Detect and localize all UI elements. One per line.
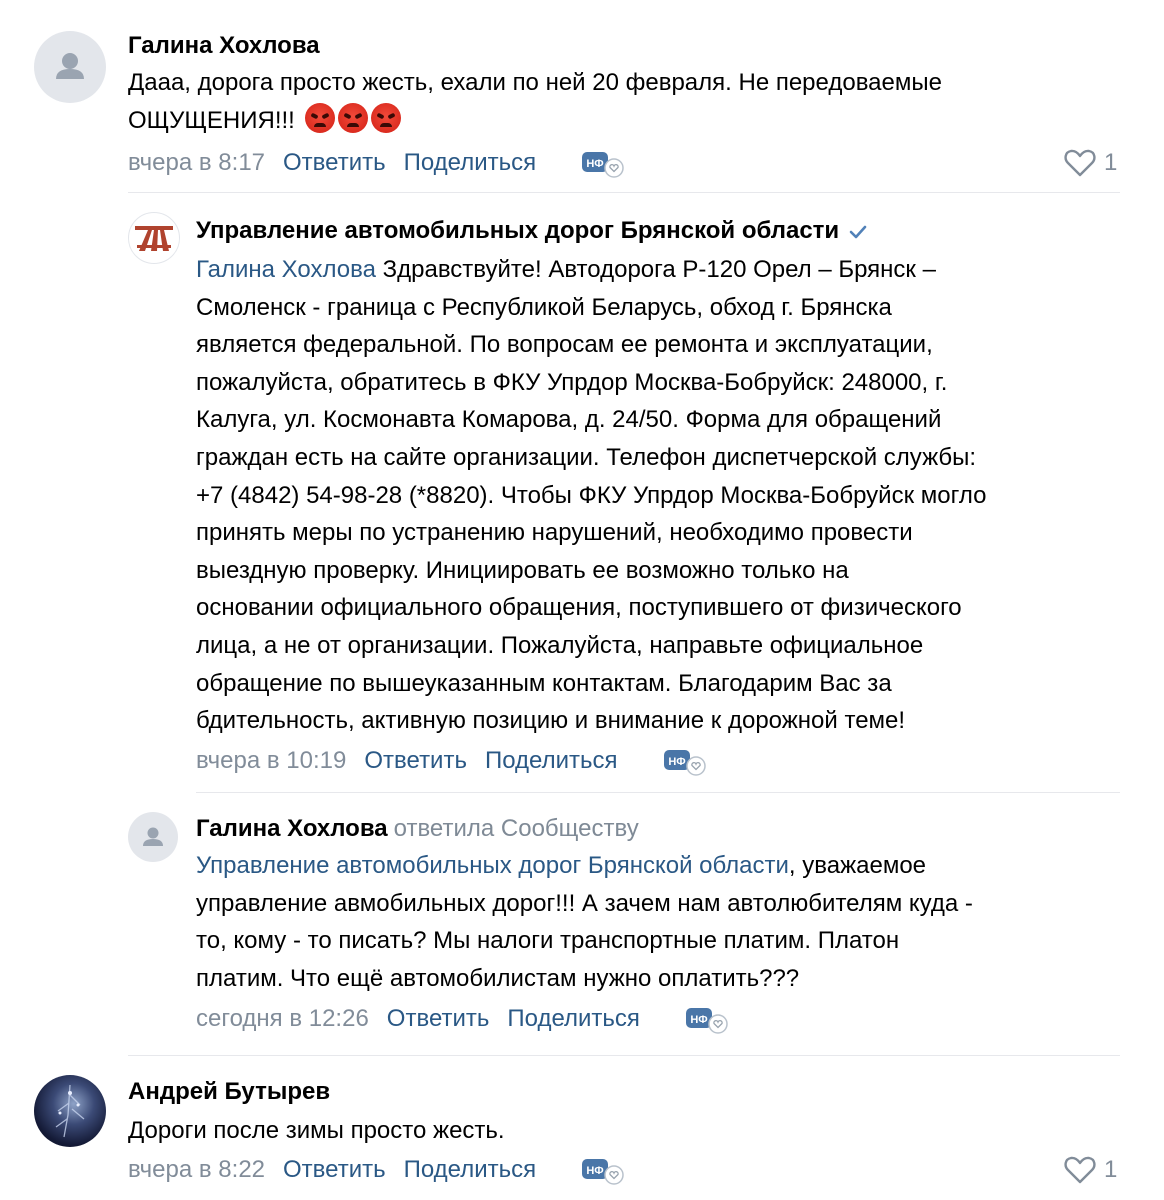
avatar[interactable] [34, 1075, 106, 1147]
community-avatar[interactable] [128, 212, 180, 264]
comment-author[interactable]: Андрей Бутырев [128, 1077, 330, 1107]
share-button[interactable]: Поделиться [404, 1155, 537, 1185]
svg-text:НФ: НФ [690, 1014, 707, 1026]
like-button[interactable]: 1 [1064, 148, 1117, 178]
svg-text:НФ: НФ [586, 1165, 603, 1177]
comment-text-line: платим. Что ещё автомобилистам нужно опл… [196, 964, 800, 992]
comment-text-line: пожалуйста, обратитесь в ФКУ Упрдор Моск… [196, 368, 948, 396]
nf-reaction-icon[interactable]: НФ [684, 1004, 728, 1034]
comment-text-line: обращение по вышеуказанным контактам. Бл… [196, 669, 892, 697]
comment-meta: сегодня в 12:26 Ответить Поделиться НФ [196, 1004, 728, 1034]
comment-text: Управление автомобильных дорог Брянской … [196, 847, 973, 997]
comment-text: Дааа, дорога просто жесть, ехали по ней … [128, 64, 942, 139]
comment-text-line: Дааа, дорога просто жесть, ехали по ней … [128, 69, 942, 96]
comment-text-line: Галина Хохлова Здравствуйте! Автодорога … [196, 251, 986, 289]
nf-reaction-icon[interactable]: НФ [580, 148, 624, 178]
comment-text-line: бдительность, активную позицию и внимани… [196, 707, 906, 735]
heart-icon [1064, 1156, 1096, 1184]
angry-face-icon [304, 102, 335, 133]
nf-reaction-icon[interactable]: НФ [580, 1155, 624, 1185]
comment-text-line: управление авмобильных дорог!!! А зачем … [196, 889, 973, 917]
angry-face-icon [337, 102, 368, 133]
comment-text-line: то, кому - то писать? Мы налоги транспор… [196, 927, 900, 955]
comment-date[interactable]: сегодня в 12:26 [196, 1004, 369, 1034]
reply-button[interactable]: Ответить [387, 1004, 490, 1034]
comment-text-line-part: ОЩУЩЕНИЯ!!! [128, 106, 295, 134]
comment-text-line: Калуга, ул. Космонавта Комарова, д. 24/5… [196, 406, 942, 434]
angry-face-icon [370, 102, 401, 133]
comment-date[interactable]: вчера в 10:19 [196, 746, 346, 776]
comment-text-line: принять меры по устранению нарушений, не… [196, 519, 913, 547]
comment-text-line: ОЩУЩЕНИЯ!!! [128, 102, 942, 140]
comment-date[interactable]: вчера в 8:17 [128, 148, 265, 178]
author-name[interactable]: Галина Хохлова [196, 815, 388, 842]
comment-meta: вчера в 10:19 Ответить Поделиться НФ [196, 746, 706, 776]
reply-button[interactable]: Ответить [364, 746, 467, 776]
heart-icon [1064, 149, 1096, 177]
nf-reaction-icon[interactable]: НФ [662, 746, 706, 776]
comment-text-line: Смоленск - граница с Республикой Беларус… [196, 293, 892, 321]
user-icon [56, 53, 84, 79]
divider [128, 192, 1120, 193]
like-count: 1 [1104, 1156, 1118, 1183]
divider [128, 1055, 1120, 1056]
comment-text-line: граждан есть на сайте организации. Телеф… [196, 443, 977, 471]
comment-text-line: выездную проверку. Инициировать ее возмо… [196, 556, 849, 584]
share-button[interactable]: Поделиться [507, 1004, 640, 1034]
community-name[interactable]: Управление автомобильных дорог Брянской … [196, 217, 839, 244]
comment-text-line: основании официального обращения, поступ… [196, 594, 962, 622]
avatar[interactable] [34, 31, 106, 103]
svg-text:НФ: НФ [586, 158, 603, 170]
comment-text-line-part: , уважаемое [788, 852, 927, 879]
comment-meta: вчера в 8:22 Ответить Поделиться НФ [128, 1155, 624, 1185]
comment-text-line: Дороги после зимы просто жесть. [128, 1117, 505, 1144]
share-button[interactable]: Поделиться [485, 746, 618, 776]
comment-text: Галина Хохлова Здравствуйте! Автодорога … [196, 251, 986, 740]
comment-text-line: +7 (4842) 54-98-28 (*8820). Чтобы ФКУ Уп… [196, 481, 987, 509]
comment-author: Галина Хохлова ответила Сообществу [196, 814, 639, 844]
comment-date[interactable]: вчера в 8:22 [128, 1155, 265, 1185]
comment-author[interactable]: Галина Хохлова [128, 31, 320, 61]
reply-button[interactable]: Ответить [283, 148, 386, 178]
comment-text: Дороги после зимы просто жесть. [128, 1112, 505, 1150]
comment-text-line-part: Здравствуйте! Автодорога Р-120 Орел – Бр… [375, 256, 936, 283]
comment-meta: вчера в 8:17 Ответить Поделиться НФ [128, 148, 624, 178]
replied-to-label[interactable]: ответила Сообществу [394, 815, 639, 842]
svg-text:НФ: НФ [668, 756, 685, 768]
share-button[interactable]: Поделиться [404, 148, 537, 178]
comment-text-line: Управление автомобильных дорог Брянской … [196, 847, 973, 885]
checkmark-icon [849, 225, 867, 238]
mention-link[interactable]: Управление автомобильных дорог Брянской … [196, 852, 789, 879]
comment-text-line: лица, а не от организации. Пожалуйста, н… [196, 631, 924, 659]
user-icon [143, 827, 163, 846]
comment-text-line: является федеральной. По вопросам ее рем… [196, 331, 933, 359]
like-button[interactable]: 1 [1064, 1155, 1117, 1185]
like-count: 1 [1104, 149, 1118, 176]
divider [196, 792, 1120, 793]
mention-link[interactable]: Галина Хохлова [196, 256, 376, 283]
avatar[interactable] [128, 812, 178, 862]
reply-button[interactable]: Ответить [283, 1155, 386, 1185]
comment-author[interactable]: Управление автомобильных дорог Брянской … [196, 216, 869, 246]
road-logo-icon [135, 226, 173, 251]
profile-photo-icon [55, 1084, 85, 1138]
